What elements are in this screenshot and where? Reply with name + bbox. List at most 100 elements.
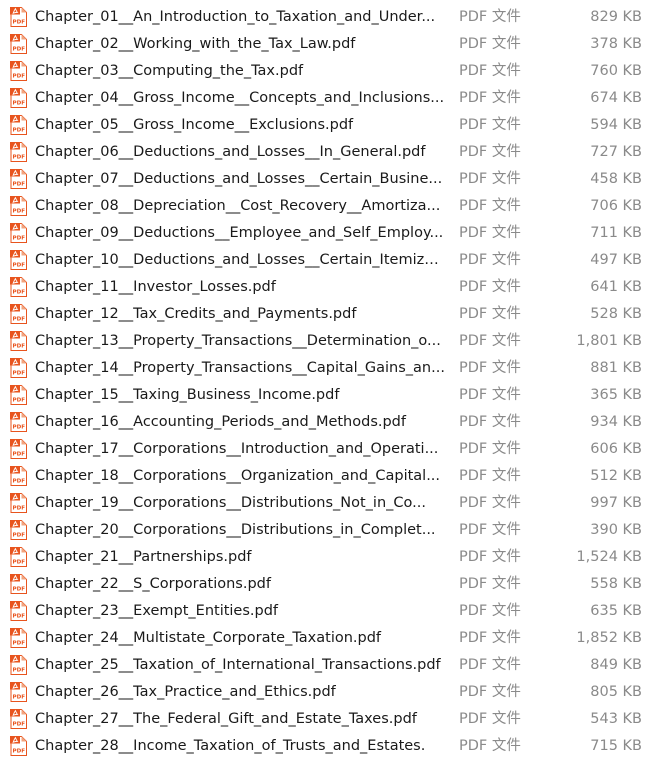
- file-name: Chapter_02__Working_with_the_Tax_Law.pdf: [35, 36, 356, 52]
- file-row-12[interactable]: PDF Chapter_12__Tax_Credits_and_Payments…: [0, 300, 653, 327]
- pdf-label: PDF: [13, 452, 26, 458]
- file-row-26[interactable]: PDF Chapter_26__Tax_Practice_and_Ethics.…: [0, 678, 653, 705]
- file-name: Chapter_18__Corporations__Organization_a…: [35, 468, 441, 484]
- file-size: 390 KB: [590, 522, 642, 538]
- pdf-label: PDF: [13, 47, 26, 53]
- file-name: Chapter_14__Property_Transactions__Capit…: [35, 360, 445, 376]
- pdf-file-icon: PDF: [10, 439, 27, 459]
- file-row-4[interactable]: PDF Chapter_04__Gross_Income__Concepts_a…: [0, 84, 653, 111]
- file-size: 378 KB: [590, 36, 642, 52]
- file-size: 1,852 KB: [576, 630, 642, 646]
- file-type: PDF 文件: [459, 414, 521, 430]
- file-row-10[interactable]: PDF Chapter_10__Deductions_and_Losses__C…: [0, 246, 653, 273]
- file-row-9[interactable]: PDF Chapter_09__Deductions__Employee_and…: [0, 219, 653, 246]
- pdf-label: PDF: [13, 560, 26, 566]
- file-list: PDF Chapter_01__An_Introduction_to_Taxat…: [0, 0, 653, 759]
- file-size: 715 KB: [590, 738, 642, 754]
- pdf-file-icon: PDF: [10, 466, 27, 486]
- file-type: PDF 文件: [459, 522, 521, 538]
- pdf-label: PDF: [13, 479, 26, 485]
- file-row-21[interactable]: PDF Chapter_21__Partnerships.pdf PDF 文件 …: [0, 543, 653, 570]
- file-size: 512 KB: [590, 468, 642, 484]
- file-row-23[interactable]: PDF Chapter_23__Exempt_Entities.pdf PDF …: [0, 597, 653, 624]
- file-type: PDF 文件: [459, 657, 521, 673]
- pdf-file-icon: PDF: [10, 547, 27, 567]
- file-name: Chapter_23__Exempt_Entities.pdf: [35, 603, 279, 619]
- pdf-label: PDF: [13, 641, 26, 647]
- pdf-label: PDF: [13, 371, 26, 377]
- file-row-1[interactable]: PDF Chapter_01__An_Introduction_to_Taxat…: [0, 3, 653, 30]
- file-size: 881 KB: [590, 360, 642, 376]
- file-size: 558 KB: [590, 576, 642, 592]
- pdf-label: PDF: [13, 587, 26, 593]
- file-row-7[interactable]: PDF Chapter_07__Deductions_and_Losses__C…: [0, 165, 653, 192]
- pdf-label: PDF: [13, 20, 26, 26]
- file-name: Chapter_06__Deductions_and_Losses__In_Ge…: [35, 144, 426, 160]
- pdf-file-icon: PDF: [10, 277, 27, 297]
- pdf-file-icon: PDF: [10, 88, 27, 108]
- pdf-file-icon: PDF: [10, 223, 27, 243]
- file-row-14[interactable]: PDF Chapter_14__Property_Transactions__C…: [0, 354, 653, 381]
- file-row-8[interactable]: PDF Chapter_08__Depreciation__Cost_Recov…: [0, 192, 653, 219]
- pdf-label: PDF: [13, 749, 26, 755]
- file-row-17[interactable]: PDF Chapter_17__Corporations__Introducti…: [0, 435, 653, 462]
- file-size: 760 KB: [590, 63, 642, 79]
- file-size: 997 KB: [590, 495, 642, 511]
- file-name: Chapter_04__Gross_Income__Concepts_and_I…: [35, 90, 445, 106]
- file-row-24[interactable]: PDF Chapter_24__Multistate_Corporate_Tax…: [0, 624, 653, 651]
- file-row-19[interactable]: PDF Chapter_19__Corporations__Distributi…: [0, 489, 653, 516]
- file-row-18[interactable]: PDF Chapter_18__Corporations__Organizati…: [0, 462, 653, 489]
- file-size: 594 KB: [590, 117, 642, 133]
- file-size: 641 KB: [590, 279, 642, 295]
- file-type: PDF 文件: [459, 360, 521, 376]
- file-size: 606 KB: [590, 441, 642, 457]
- file-row-6[interactable]: PDF Chapter_06__Deductions_and_Losses__I…: [0, 138, 653, 165]
- file-row-2[interactable]: PDF Chapter_02__Working_with_the_Tax_Law…: [0, 30, 653, 57]
- file-size: 1,801 KB: [576, 333, 642, 349]
- file-name: Chapter_05__Gross_Income__Exclusions.pdf: [35, 117, 354, 133]
- pdf-file-icon: PDF: [10, 709, 27, 729]
- pdf-file-icon: PDF: [10, 304, 27, 324]
- file-size: 458 KB: [590, 171, 642, 187]
- pdf-file-icon: PDF: [10, 682, 27, 702]
- pdf-file-icon: PDF: [10, 736, 27, 756]
- file-row-3[interactable]: PDF Chapter_03__Computing_the_Tax.pdf PD…: [0, 57, 653, 84]
- pdf-file-icon: PDF: [10, 250, 27, 270]
- file-type: PDF 文件: [459, 117, 521, 133]
- file-row-15[interactable]: PDF Chapter_15__Taxing_Business_Income.p…: [0, 381, 653, 408]
- pdf-file-icon: PDF: [10, 169, 27, 189]
- file-type: PDF 文件: [459, 252, 521, 268]
- file-type: PDF 文件: [459, 90, 521, 106]
- pdf-file-icon: PDF: [10, 385, 27, 405]
- pdf-label: PDF: [13, 74, 26, 80]
- pdf-label: PDF: [13, 668, 26, 674]
- file-name: Chapter_12__Tax_Credits_and_Payments.pdf: [35, 306, 357, 322]
- file-type: PDF 文件: [459, 144, 521, 160]
- file-row-20[interactable]: PDF Chapter_20__Corporations__Distributi…: [0, 516, 653, 543]
- file-size: 727 KB: [590, 144, 642, 160]
- file-row-11[interactable]: PDF Chapter_11__Investor_Losses.pdf PDF …: [0, 273, 653, 300]
- file-type: PDF 文件: [459, 603, 521, 619]
- file-row-22[interactable]: PDF Chapter_22__S_Corporations.pdf PDF 文…: [0, 570, 653, 597]
- file-row-16[interactable]: PDF Chapter_16__Accounting_Periods_and_M…: [0, 408, 653, 435]
- file-row-5[interactable]: PDF Chapter_05__Gross_Income__Exclusions…: [0, 111, 653, 138]
- file-row-27[interactable]: PDF Chapter_27__The_Federal_Gift_and_Est…: [0, 705, 653, 732]
- pdf-file-icon: PDF: [10, 493, 27, 513]
- file-size: 805 KB: [590, 684, 642, 700]
- file-type: PDF 文件: [459, 495, 521, 511]
- file-row-28[interactable]: PDF Chapter_28__Income_Taxation_of_Trust…: [0, 732, 653, 759]
- file-name: Chapter_17__Corporations__Introduction_a…: [35, 441, 439, 457]
- file-type: PDF 文件: [459, 9, 521, 25]
- file-name: Chapter_16__Accounting_Periods_and_Metho…: [35, 414, 406, 430]
- file-size: 674 KB: [590, 90, 642, 106]
- pdf-file-icon: PDF: [10, 628, 27, 648]
- pdf-file-icon: PDF: [10, 7, 27, 27]
- pdf-file-icon: PDF: [10, 574, 27, 594]
- file-size: 711 KB: [590, 225, 642, 241]
- file-size: 849 KB: [590, 657, 642, 673]
- file-size: 1,524 KB: [576, 549, 642, 565]
- file-size: 635 KB: [590, 603, 642, 619]
- file-row-25[interactable]: PDF Chapter_25__Taxation_of_Internationa…: [0, 651, 653, 678]
- file-name: Chapter_28__Income_Taxation_of_Trusts_an…: [35, 738, 426, 754]
- file-row-13[interactable]: PDF Chapter_13__Property_Transactions__D…: [0, 327, 653, 354]
